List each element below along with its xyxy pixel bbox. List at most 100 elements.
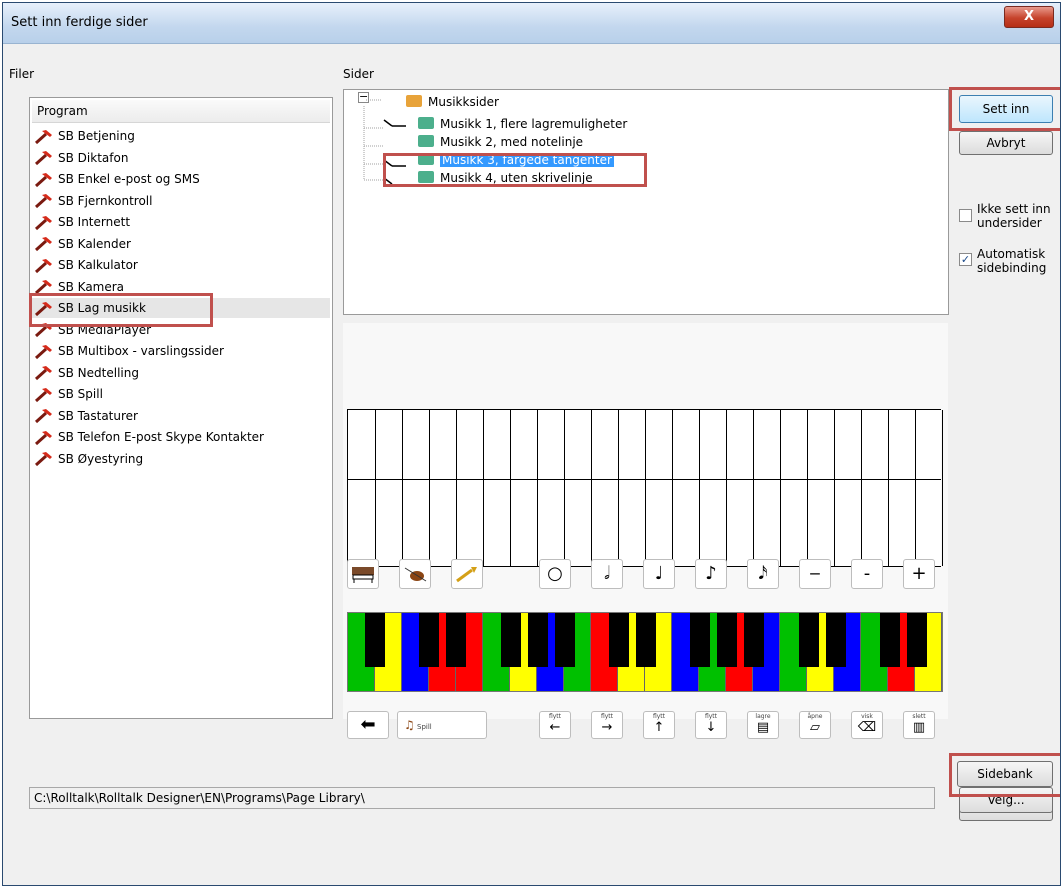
pages-tree[interactable]: − Musikksider Musikk 1, flere lagremulig… [343, 89, 949, 315]
note-button[interactable]: ♩ [643, 559, 675, 589]
collapse-toggle[interactable]: − [358, 91, 369, 103]
play-notes-icon: ♫ [404, 718, 415, 732]
piano-black-key [825, 613, 846, 667]
edit-button-icon: → [601, 720, 613, 735]
hammer-icon [34, 452, 52, 467]
note-button[interactable]: - [851, 559, 883, 589]
highlight-sidebank [949, 753, 1060, 797]
file-item[interactable]: SB Kalender [34, 234, 131, 254]
file-item[interactable]: SB Enkel e-post og SMS [34, 169, 200, 189]
file-item-label: SB Multibox - varslingssider [58, 344, 224, 358]
edit-button[interactable]: flytt ↑ [643, 711, 675, 739]
piano-black-key [419, 613, 440, 667]
piano-black-key [717, 613, 738, 667]
file-item-label: SB Diktafon [58, 150, 129, 165]
hammer-icon [34, 172, 52, 187]
staff-cell-line [699, 410, 700, 566]
staff-cell-line [375, 410, 376, 566]
close-button[interactable]: X [1004, 6, 1054, 28]
staff-cell-line [915, 410, 916, 566]
title-bar: Sett inn ferdige sider X [3, 3, 1060, 44]
play-label: Spill [417, 723, 432, 731]
file-item-label: SB Enkel e-post og SMS [58, 172, 200, 186]
piano-black-key [500, 613, 521, 667]
tree-root[interactable]: Musikksider [406, 94, 499, 110]
file-item-label: SB Øyestyring [58, 451, 144, 466]
staff-cell-line [510, 410, 511, 566]
edit-button[interactable]: flytt ↓ [695, 711, 727, 739]
hammer-icon [34, 344, 52, 359]
file-item[interactable]: SB Betjening [34, 126, 135, 146]
page-icon [418, 117, 434, 129]
file-item[interactable]: SB Nedtelling [34, 363, 139, 383]
file-item-label: SB Tastaturer [58, 408, 138, 423]
file-item-label: SB Telefon E-post Skype Kontakter [58, 430, 264, 444]
edit-button[interactable]: lagre ▤ [747, 711, 779, 739]
piano-icon [350, 567, 376, 587]
file-item-label: SB Kalender [58, 236, 131, 251]
page-preview: ○ 𝅗𝅥 ♩ ♪ 𝅘𝅥𝅯 ‒ - + ⬅ ♫ Spill flytt ← flytt → flytt ↑ fl… [343, 323, 948, 739]
staff-cell-line [456, 410, 457, 566]
note-button[interactable]: 𝅗𝅥 [591, 559, 623, 589]
hammer-icon [34, 366, 52, 381]
files-list[interactable]: Program SB Betjening SB Diktafon SB Enkel … [29, 97, 333, 719]
pages-label: Sider [343, 67, 374, 81]
edit-button-icon: ↑ [653, 720, 665, 735]
file-item[interactable]: SB Tastaturer [34, 406, 138, 426]
edit-button-icon: ▤ [756, 720, 770, 735]
file-item[interactable]: SB Diktafon [34, 148, 128, 168]
file-item[interactable]: SB Telefon E-post Skype Kontakter [34, 427, 264, 447]
hammer-icon [34, 237, 52, 252]
hammer-icon [34, 430, 52, 445]
file-item[interactable]: SB Multibox - varslingssider [34, 341, 224, 361]
note-button[interactable]: ○ [539, 559, 571, 589]
piano-button[interactable] [347, 559, 379, 589]
path-field[interactable]: C:\Rolltalk\Rolltalk Designer\EN\Program… [29, 787, 935, 809]
edit-button[interactable]: åpne ▱ [799, 711, 831, 739]
no-subpages-checkbox[interactable] [959, 209, 972, 222]
tree-item[interactable]: Musikk 2, med notelinje [418, 134, 583, 150]
tree-item-label: Musikk 2, med notelinje [440, 135, 584, 149]
note-button[interactable]: ‒ [799, 559, 831, 589]
edit-button[interactable]: slett ▥ [903, 711, 935, 739]
note-button[interactable]: ♪ [695, 559, 727, 589]
piano-black-key [906, 613, 927, 667]
edit-button[interactable]: visk ⌫ [851, 711, 883, 739]
note-button[interactable]: 𝅘𝅥𝅯 [747, 559, 779, 589]
edit-button-icon: ⌫ [857, 720, 877, 735]
window-title: Sett inn ferdige sider [11, 15, 148, 30]
tree-root-label: Musikksider [428, 95, 499, 109]
staff-cell-line [942, 410, 943, 566]
edit-button-icon: ▥ [912, 720, 926, 735]
file-item[interactable]: SB Internett [34, 212, 130, 232]
files-column-header[interactable]: Program [32, 100, 330, 123]
dialog-window: Sett inn ferdige sider X Filer Program S… [2, 2, 1061, 886]
staff-cell-line [564, 410, 565, 566]
piano-black-key [690, 613, 711, 667]
highlight-lag-musikk [29, 293, 213, 327]
note-button[interactable]: + [903, 559, 935, 589]
edit-button[interactable]: flytt ← [539, 711, 571, 739]
piano-keyboard [347, 612, 943, 692]
file-item[interactable]: SB Kalkulator [34, 255, 138, 275]
file-item[interactable]: SB Øyestyring [34, 449, 143, 469]
staff-cell-line [483, 410, 484, 566]
staff-cell-line [402, 410, 403, 566]
file-item[interactable]: SB Fjernkontroll [34, 191, 152, 211]
edit-button[interactable]: flytt → [591, 711, 623, 739]
tree-item[interactable]: Musikk 1, flere lagremuligheter [418, 116, 627, 132]
file-item[interactable]: SB Spill [34, 384, 103, 404]
piano-black-key [608, 613, 629, 667]
trumpet-button[interactable] [451, 559, 483, 589]
back-arrow-button[interactable]: ⬅ [347, 711, 389, 739]
piano-black-key [798, 613, 819, 667]
note-staff [347, 409, 943, 567]
staff-cell-line [537, 410, 538, 566]
auto-binding-checkbox[interactable]: ✓ [959, 253, 972, 266]
violin-button[interactable] [399, 559, 431, 589]
hammer-icon [34, 129, 52, 144]
tree-item-label: Musikk 1, flere lagremuligheter [440, 117, 628, 131]
staff-cell-line [861, 410, 862, 566]
cancel-button[interactable]: Avbryt [959, 131, 1053, 155]
play-button[interactable]: ♫ Spill [397, 711, 487, 739]
